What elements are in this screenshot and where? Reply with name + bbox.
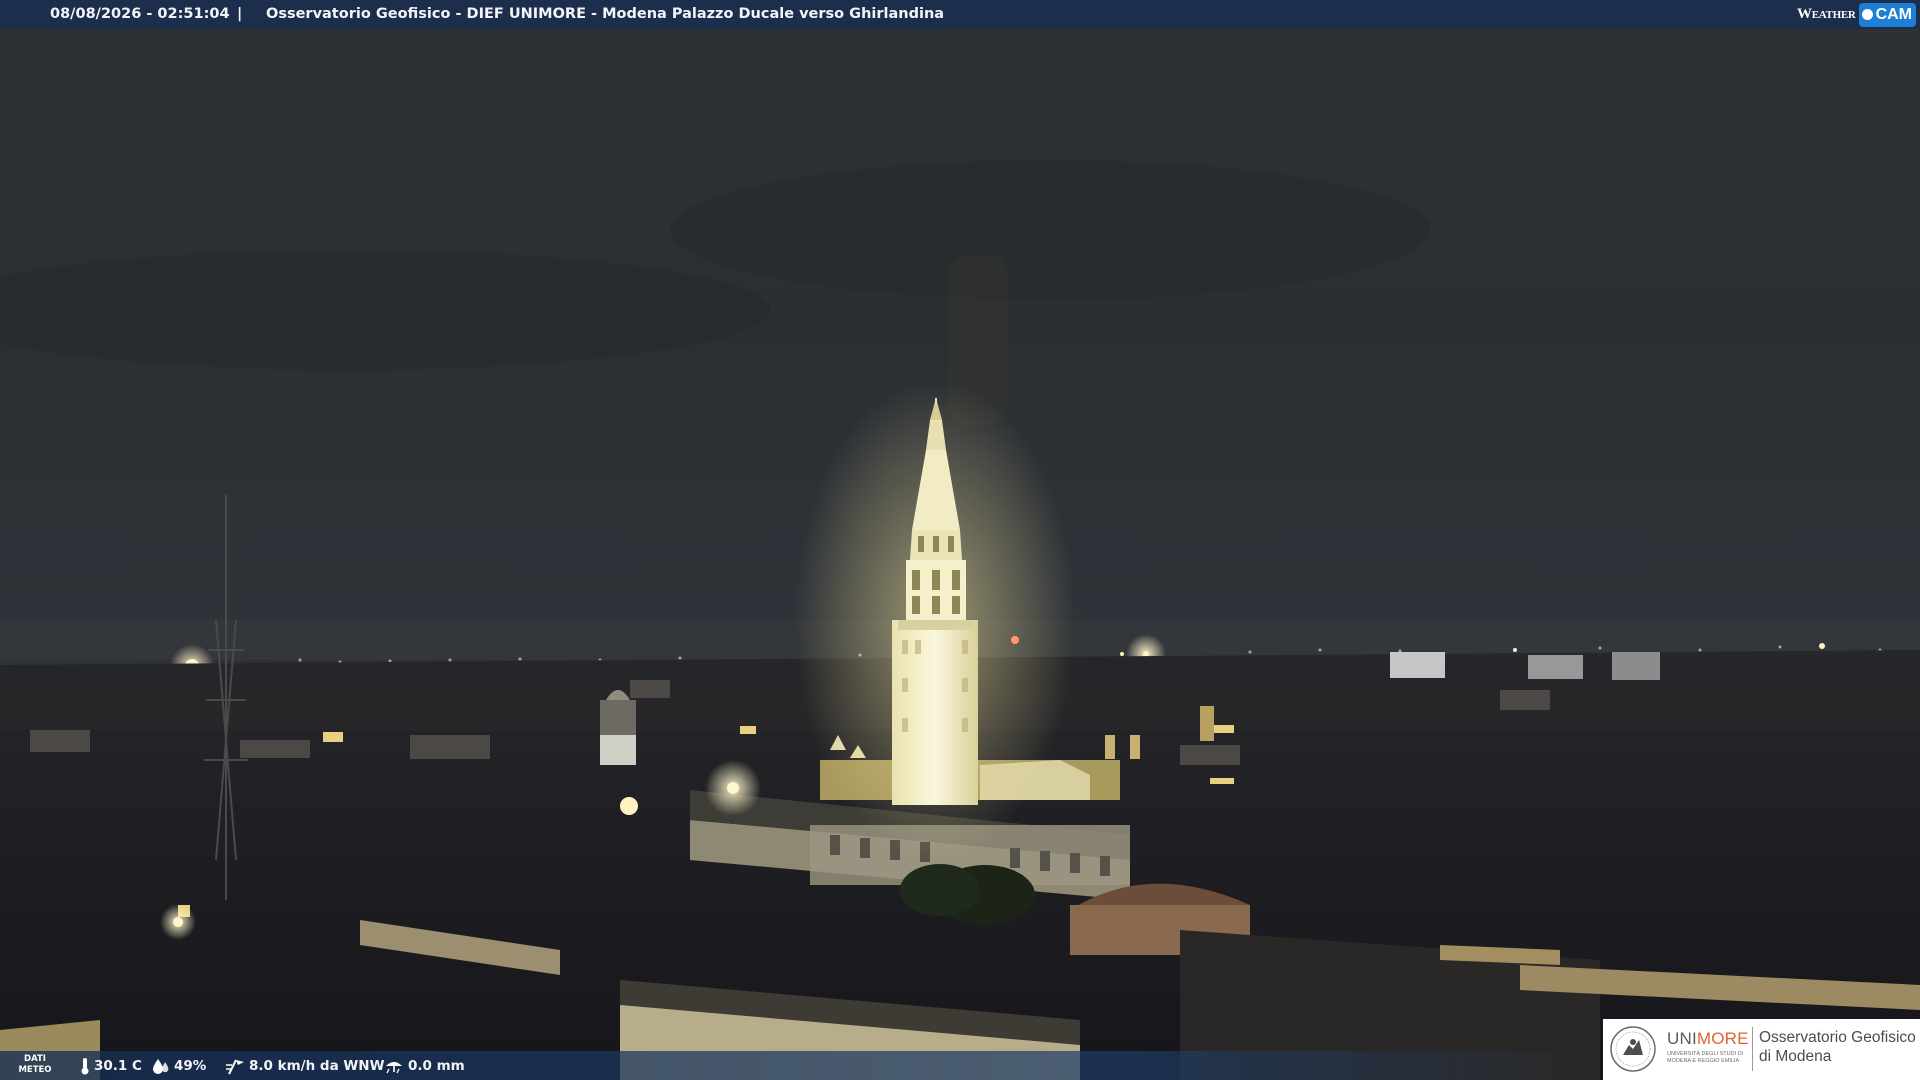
humidity-drop-icon [152, 1058, 170, 1074]
unimore-wordmark-uni: UNI [1667, 1029, 1697, 1048]
wind-reading: 8.0 km/h da WNW [225, 1051, 384, 1080]
rain-gauge-icon [384, 1058, 404, 1074]
timestamp: 08/08/2026 - 02:51:04 [50, 6, 230, 22]
header-bar: 08/08/2026 - 02:51:04 | Osservatorio Geo… [0, 0, 1920, 29]
wind-value: 8.0 km/h da WNW [249, 1057, 385, 1074]
temperature-value: 30.1 C [94, 1057, 142, 1074]
weather-data-bar: DATI METEO 30.1 C 49% 8.0 km/h da WNW 0.… [0, 1051, 1600, 1080]
weathercam-logo-cam-text: CAM [1875, 6, 1912, 23]
webcam-title: Osservatorio Geofisico - DIEF UNIMORE - … [266, 6, 945, 22]
header-separator: | [237, 6, 243, 22]
unimore-observatory-logo: UNIMORE UNIVERSITÀ DEGLI STUDI DI MODENA… [1603, 1019, 1920, 1080]
weathercam-logo-badge: CAM [1858, 2, 1916, 27]
humidity-reading: 49% [152, 1051, 206, 1080]
weathercam-logo-weather-text: Weather [1797, 6, 1856, 22]
temperature-reading: 30.1 C [80, 1051, 142, 1080]
observatory-name: Osservatorio Geofisico di Modena [1759, 1028, 1919, 1066]
weather-data-label: DATI METEO [14, 1054, 56, 1076]
humidity-value: 49% [174, 1057, 207, 1074]
observatory-name-line1: Osservatorio Geofisico [1759, 1029, 1916, 1046]
weathercam-dot-icon [1861, 9, 1873, 20]
weathercam-logo: Weather CAM [1797, 0, 1920, 29]
unimore-wordmark-more: MORE [1696, 1029, 1749, 1048]
wind-icon [225, 1057, 245, 1075]
unimore-subtitle: UNIVERSITÀ DEGLI STUDI DI MODENA E REGGI… [1667, 1051, 1744, 1064]
webcam-frame: 08/08/2026 - 02:51:04 | Osservatorio Geo… [0, 0, 1920, 1080]
weather-data-label-line1: DATI [24, 1054, 46, 1064]
weather-data-label-line2: METEO [18, 1065, 52, 1075]
logo-divider [1752, 1027, 1753, 1071]
webcam-image [0, 0, 1920, 1080]
rain-value: 0.0 mm [408, 1057, 465, 1074]
observatory-name-line2: di Modena [1759, 1048, 1832, 1065]
unimore-wordmark: UNIMORE [1667, 1029, 1749, 1049]
thermometer-icon [80, 1057, 90, 1075]
university-seal-icon [1609, 1025, 1657, 1073]
rain-reading: 0.0 mm [384, 1051, 465, 1080]
